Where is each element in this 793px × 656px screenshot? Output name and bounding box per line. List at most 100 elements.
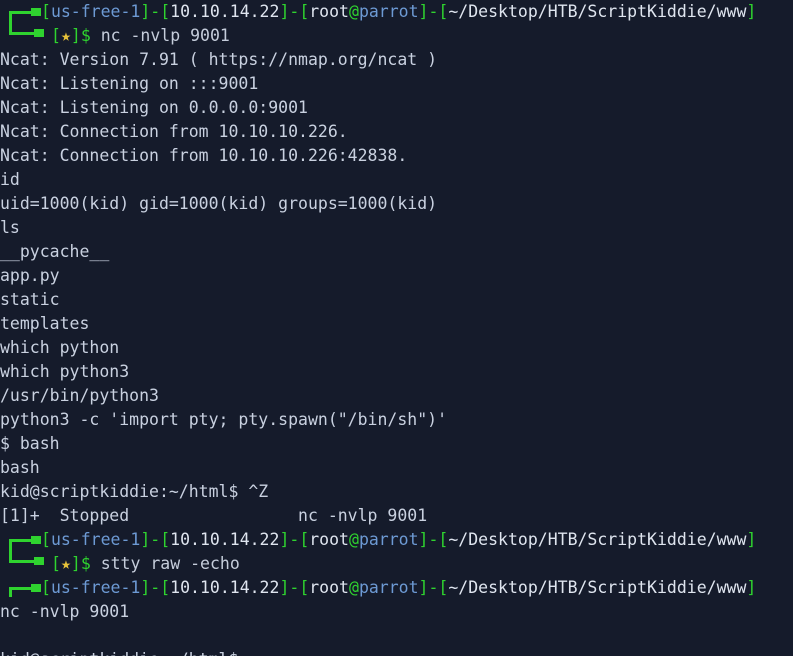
prompt-at-symbol: @ xyxy=(349,578,359,597)
output-ls-entry-static: static xyxy=(0,290,60,309)
bracket-open: [ xyxy=(438,2,449,21)
prompt-at-symbol: @ xyxy=(349,530,359,549)
output-ls-entry-templates: templates xyxy=(0,314,90,333)
star-icon: ★ xyxy=(60,26,71,45)
output-ls-entry-app-py: app.py xyxy=(0,266,60,285)
prompt-separator: - xyxy=(428,2,439,21)
bracket-close: ] xyxy=(70,554,81,573)
prompt-path: ~/Desktop/HTB/ScriptKiddie/www xyxy=(448,2,747,21)
prompt-separator: - xyxy=(150,530,161,549)
bracket-close: ] xyxy=(418,578,429,597)
prompt-frame-top-cap xyxy=(31,584,41,592)
prompt-dollar-sign: $ xyxy=(80,554,91,573)
command-text xyxy=(91,554,101,573)
prompt-frame-bottom-rule xyxy=(9,560,36,563)
prompt-block-2: [us-free-1]-[10.10.14.22]-[root@parrot]-… xyxy=(0,528,793,576)
prompt-machine: parrot xyxy=(358,2,419,21)
prompt-frame-top-rule xyxy=(9,587,33,590)
prompt-block-1: [us-free-1]-[10.10.14.22]-[root@parrot]-… xyxy=(0,0,793,48)
prompt-separator: - xyxy=(289,2,300,21)
prompt-separator: - xyxy=(150,2,161,21)
prompt-user: root xyxy=(309,530,349,549)
typed-command-which-python: which python xyxy=(0,338,120,357)
prompt-path: ~/Desktop/HTB/ScriptKiddie/www xyxy=(448,530,747,549)
prompt-header-line: [us-free-1]-[10.10.14.22]-[root@parrot]-… xyxy=(0,576,793,600)
bracket-open: [ xyxy=(299,2,310,21)
bracket-close: ] xyxy=(140,578,151,597)
typed-command-pty-spawn: python3 -c 'import pty; pty.spawn("/bin/… xyxy=(0,410,448,429)
prompt-ip: 10.10.14.22 xyxy=(170,530,280,549)
bracket-close: ] xyxy=(418,2,429,21)
terminal-window[interactable]: [us-free-1]-[10.10.14.22]-[root@parrot]-… xyxy=(0,0,793,656)
prompt-path: ~/Desktop/HTB/ScriptKiddie/www xyxy=(448,578,747,597)
bracket-close: ] xyxy=(746,2,757,21)
bracket-open: [ xyxy=(51,554,61,573)
prompt-header-line: [us-free-1]-[10.10.14.22]-[root@parrot]-… xyxy=(0,0,793,24)
prompt-ip: 10.10.14.22 xyxy=(170,2,280,21)
prompt-machine: parrot xyxy=(358,530,419,549)
prompt-ip: 10.10.14.22 xyxy=(170,578,280,597)
prompt-frame-top-cap xyxy=(31,8,41,16)
prompt-user: root xyxy=(309,578,349,597)
bracket-open: [ xyxy=(41,530,51,549)
bracket-open: [ xyxy=(438,578,449,597)
remote-shell-prompt-idle: kid@scriptkiddie:~/html$ xyxy=(0,648,793,656)
output-ncat-listening-ipv4: Ncat: Listening on 0.0.0.0:9001 xyxy=(0,98,308,117)
prompt-host-label: us-free-1 xyxy=(50,578,141,597)
bracket-close: ] xyxy=(746,530,757,549)
bracket-open: [ xyxy=(160,578,171,597)
output-sh-prompt-bash: $ bash xyxy=(0,434,60,453)
output-remote-prompt-ctrlz: kid@scriptkiddie:~/html$ ^Z xyxy=(0,482,269,501)
bracket-close: ] xyxy=(140,530,151,549)
prompt-frame-bottom-cap xyxy=(34,557,44,565)
output-bash-echo: bash xyxy=(0,458,40,477)
bracket-open: [ xyxy=(160,2,171,21)
bracket-open: [ xyxy=(299,578,310,597)
prompt-separator: - xyxy=(289,530,300,549)
prompt-separator: - xyxy=(428,530,439,549)
prompt-header-line: [us-free-1]-[10.10.14.22]-[root@parrot]-… xyxy=(0,528,793,552)
echoed-command-nc-listen: nc -nvlp 9001 xyxy=(0,602,130,621)
prompt-frame-top-cap xyxy=(31,536,41,544)
bracket-close: ] xyxy=(140,2,151,21)
prompt-command-line[interactable]: [★]$ stty raw -echo xyxy=(0,552,793,576)
prompt-frame-top-rule xyxy=(9,539,33,542)
bracket-close: ] xyxy=(746,578,757,597)
prompt-frame-vertical-stub xyxy=(9,587,12,597)
output-ls-entry-pycache: __pycache__ xyxy=(0,242,110,261)
prompt-block-3: [us-free-1]-[10.10.14.22]-[root@parrot]-… xyxy=(0,576,793,600)
prompt-machine: parrot xyxy=(358,578,419,597)
bracket-open: [ xyxy=(438,530,449,549)
output-ncat-connection-port: Ncat: Connection from 10.10.10.226:42838… xyxy=(0,146,408,165)
bracket-open: [ xyxy=(160,530,171,549)
prompt-at-symbol: @ xyxy=(349,2,359,21)
typed-command-which-python3: which python3 xyxy=(0,362,130,381)
command-text xyxy=(91,26,101,45)
bracket-close: ] xyxy=(418,530,429,549)
bracket-close: ] xyxy=(279,578,290,597)
prompt-separator: - xyxy=(150,578,161,597)
output-ncat-connection-host: Ncat: Connection from 10.10.10.226. xyxy=(0,122,348,141)
prompt-frame-bottom-cap xyxy=(34,29,44,37)
command-stty-raw-echo: stty raw -echo xyxy=(100,554,240,573)
bracket-open: [ xyxy=(51,26,61,45)
prompt-dollar-sign: $ xyxy=(80,26,91,45)
bracket-close: ] xyxy=(279,2,290,21)
prompt-host-label: us-free-1 xyxy=(50,530,141,549)
bracket-close: ] xyxy=(70,26,81,45)
prompt-separator: - xyxy=(289,578,300,597)
output-which-python3-path: /usr/bin/python3 xyxy=(0,386,159,405)
output-id-result: uid=1000(kid) gid=1000(kid) groups=1000(… xyxy=(0,194,438,213)
bracket-open: [ xyxy=(41,578,51,597)
command-nc-listen: nc -nvlp 9001 xyxy=(100,26,230,45)
terminal-screen[interactable]: [us-free-1]-[10.10.14.22]-[root@parrot]-… xyxy=(0,0,793,656)
prompt-host-label: us-free-1 xyxy=(50,2,141,21)
prompt-command-line[interactable]: [★]$ nc -nvlp 9001 xyxy=(0,24,793,48)
prompt-separator: - xyxy=(428,578,439,597)
output-ncat-version: Ncat: Version 7.91 ( https://nmap.org/nc… xyxy=(0,50,438,69)
bracket-close: ] xyxy=(279,530,290,549)
output-ncat-listening-ipv6: Ncat: Listening on :::9001 xyxy=(0,74,259,93)
typed-command-ls: ls xyxy=(0,218,20,237)
bracket-open: [ xyxy=(41,2,51,21)
